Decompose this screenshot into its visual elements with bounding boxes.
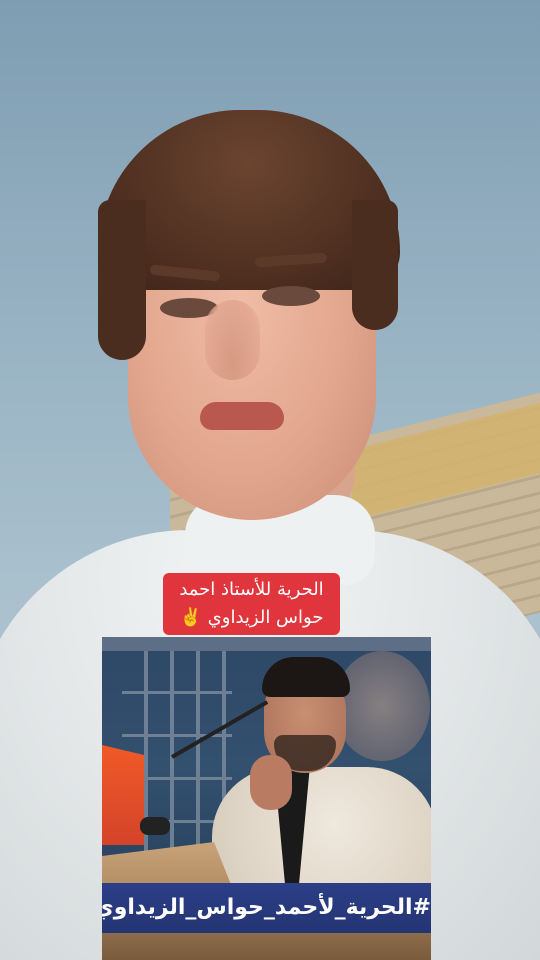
person-eye-right <box>262 286 320 306</box>
inset-background-figure <box>334 651 430 761</box>
hashtag-banner: #الحرية_لأحمد_حواس_الزيداوي <box>102 883 431 933</box>
microphone-icon <box>140 817 170 835</box>
person-nose <box>205 300 260 380</box>
speaker-hair <box>262 657 350 697</box>
inset-photo: #الحرية_لأحمد_حواس_الزيداوي <box>102 637 431 960</box>
caption-line-2: حواس الزيداوي ✌️ <box>179 607 324 628</box>
inset-flag <box>102 745 144 845</box>
speaker-hand <box>250 755 292 810</box>
person-hair-right <box>352 200 398 330</box>
inset-top-strip <box>102 637 431 651</box>
caption-label: الحرية للأستاذ احمد حواس الزيداوي ✌️ <box>163 573 340 635</box>
caption-line-1: الحرية للأستاذ احمد <box>179 579 324 600</box>
person-mouth <box>200 402 284 430</box>
video-frame[interactable]: الحرية للأستاذ احمد حواس الزيداوي ✌️ #ال… <box>0 0 540 960</box>
inset-bottom-strip <box>102 933 431 960</box>
person-hair-left <box>98 200 146 360</box>
